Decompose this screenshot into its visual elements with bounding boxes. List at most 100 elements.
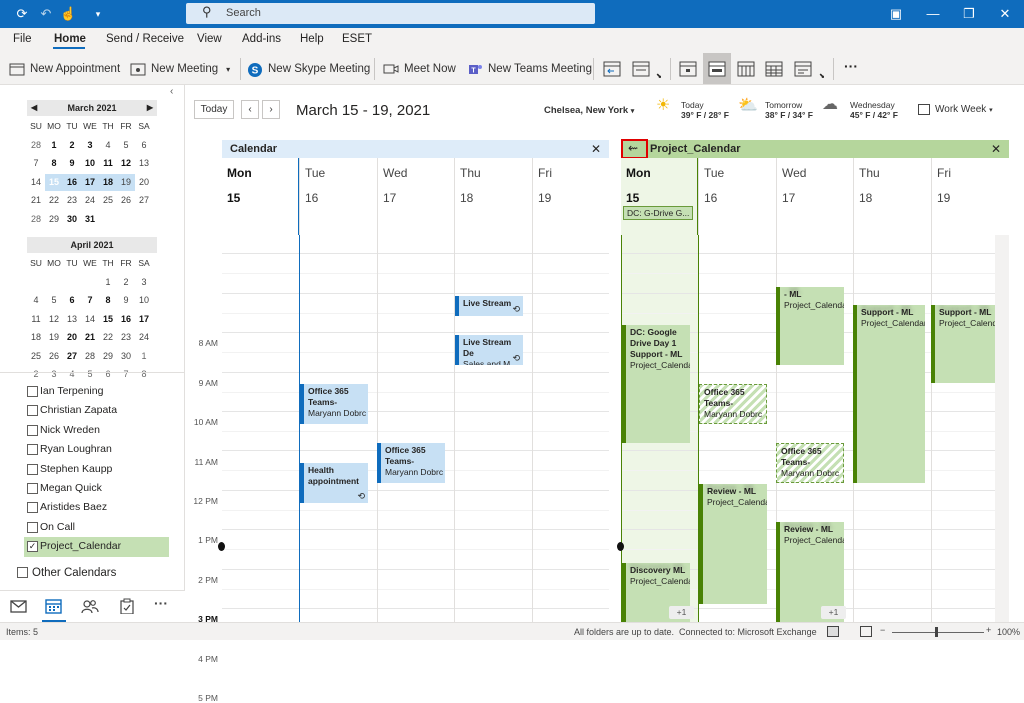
calendar-list-item[interactable]: ✓ Project_Calendar bbox=[24, 537, 169, 557]
mini-calendar-day[interactable]: 16 bbox=[117, 311, 135, 329]
mini-calendar-day[interactable]: 3 bbox=[135, 274, 153, 292]
normal-view-icon[interactable] bbox=[827, 626, 839, 637]
mini-calendar-day[interactable]: 19 bbox=[45, 329, 63, 347]
checkbox[interactable] bbox=[17, 567, 28, 579]
zoom-slider[interactable] bbox=[892, 632, 984, 633]
mini-calendar-day[interactable]: 21 bbox=[27, 192, 45, 210]
mini-calendar-day[interactable]: 10 bbox=[81, 155, 99, 173]
mini-calendar-day[interactable]: 5 bbox=[81, 366, 99, 384]
event-office365-teams-tentative[interactable]: Office 365 Teams- Maryann Dobrc bbox=[699, 384, 767, 424]
zoom-in-icon[interactable]: + bbox=[986, 625, 991, 635]
go-back-icon[interactable] bbox=[603, 60, 621, 78]
collapse-pane-icon[interactable]: ‹ bbox=[170, 86, 173, 97]
event-office365-teams[interactable]: Office 365 Teams- Maryann Dobrc bbox=[300, 384, 368, 424]
mini-calendar-day[interactable]: 17 bbox=[135, 311, 153, 329]
search-box[interactable]: ⚲ Search bbox=[186, 3, 595, 24]
prev-month-icon[interactable]: ◀ bbox=[31, 100, 37, 116]
chevron-down-icon[interactable]: ▾ bbox=[226, 65, 230, 74]
group-launcher-icon[interactable]: ⬊ bbox=[656, 72, 662, 80]
mini-calendar-day[interactable]: 15 bbox=[45, 173, 63, 191]
mini-calendar-day[interactable]: 16 bbox=[63, 173, 81, 191]
day-header[interactable]: Wed 17 bbox=[776, 158, 853, 235]
mini-calendar-day[interactable]: 15 bbox=[99, 311, 117, 329]
menu-help[interactable]: Help bbox=[300, 33, 324, 45]
mini-calendar-day[interactable]: 5 bbox=[45, 292, 63, 310]
go-forward-icon[interactable] bbox=[632, 60, 650, 78]
mini-calendar-day[interactable]: 7 bbox=[27, 155, 45, 173]
menu-eset[interactable]: ESET bbox=[342, 33, 372, 45]
ribbon-display-icon[interactable]: ▣ bbox=[888, 6, 904, 22]
mini-calendar-day[interactable]: 6 bbox=[63, 292, 81, 310]
mini-calendar-day[interactable]: 8 bbox=[135, 366, 153, 384]
event-office365-teams[interactable]: Office 365 Teams- Maryann Dobrc bbox=[377, 443, 445, 483]
more-events-button[interactable]: +1 bbox=[821, 606, 846, 619]
mini-calendar-day[interactable]: 20 bbox=[135, 174, 153, 192]
restore-button[interactable]: ❐ bbox=[961, 6, 977, 22]
new-appointment-button[interactable]: New Appointment bbox=[9, 59, 120, 79]
mini-calendar-day[interactable]: 21 bbox=[81, 329, 99, 347]
mini-calendar-day[interactable]: 23 bbox=[117, 329, 135, 347]
checkbox[interactable] bbox=[27, 405, 38, 417]
zoom-slider-thumb[interactable] bbox=[935, 627, 938, 637]
day-header[interactable]: Mon 15 bbox=[222, 158, 299, 235]
schedule-view-icon[interactable] bbox=[794, 60, 812, 78]
checkbox[interactable] bbox=[27, 502, 38, 514]
tasks-icon[interactable] bbox=[118, 598, 136, 614]
mini-calendar-day[interactable]: 18 bbox=[27, 329, 45, 347]
more-options-icon[interactable]: ··· bbox=[844, 58, 858, 74]
work-week-view-icon[interactable] bbox=[708, 60, 726, 78]
mini-calendar-day[interactable]: 18 bbox=[99, 173, 117, 191]
calendar-list-item[interactable]: Nick Wreden bbox=[24, 421, 169, 440]
mini-calendar-day[interactable]: 22 bbox=[99, 329, 117, 347]
mini-calendar-day[interactable]: 1 bbox=[99, 274, 117, 292]
event-dc-google-drive[interactable]: DC: Google Drive Day 1 Support - ML Proje… bbox=[622, 325, 690, 443]
customize-qat-icon[interactable]: ▾ bbox=[90, 6, 106, 22]
meet-now-button[interactable]: Meet Now bbox=[383, 59, 456, 79]
mini-calendar-day[interactable]: 28 bbox=[27, 137, 45, 155]
mini-calendar-day[interactable]: 28 bbox=[27, 211, 45, 229]
scrollbar[interactable] bbox=[995, 235, 1009, 622]
day-header[interactable]: Thu 18 bbox=[454, 158, 532, 235]
all-day-event[interactable]: DC: G-Drive G... bbox=[623, 206, 693, 220]
mini-calendar-day[interactable]: 8 bbox=[45, 155, 63, 173]
calendar-list-item[interactable]: On Call bbox=[24, 518, 169, 537]
calendar-list-item[interactable]: Aristides Baez bbox=[24, 498, 169, 517]
day-view-icon[interactable] bbox=[679, 60, 697, 78]
more-apps-icon[interactable]: ··· bbox=[154, 595, 168, 611]
menu-send-receive[interactable]: Send / Receive bbox=[106, 33, 184, 45]
mini-calendar-day[interactable]: 1 bbox=[135, 348, 153, 366]
mini-calendar-day[interactable]: 3 bbox=[81, 137, 99, 155]
mini-calendar-day[interactable]: 7 bbox=[81, 292, 99, 310]
new-teams-meeting-button[interactable]: T New Teams Meeting bbox=[467, 59, 592, 79]
mini-calendar-day[interactable]: 10 bbox=[135, 292, 153, 310]
mini-calendar-day[interactable]: 2 bbox=[27, 366, 45, 384]
minimize-button[interactable]: — bbox=[925, 6, 941, 22]
event-health-appointment[interactable]: Health appointment ⟲ bbox=[300, 463, 368, 503]
close-pane-icon[interactable]: ✕ bbox=[991, 140, 1001, 158]
touch-mode-icon[interactable]: ☝ bbox=[60, 6, 76, 22]
event-fri-support-ml[interactable]: Support - MLProject_Calendar bbox=[931, 305, 995, 383]
today-button[interactable]: Today bbox=[194, 100, 234, 119]
view-selector[interactable]: Work Week ▾ bbox=[918, 104, 993, 115]
mail-icon[interactable] bbox=[10, 598, 28, 614]
menu-view[interactable]: View bbox=[197, 33, 222, 45]
mini-calendar-day[interactable]: 14 bbox=[81, 311, 99, 329]
mini-calendar-day[interactable]: 25 bbox=[27, 348, 45, 366]
arrange-launcher-icon[interactable]: ⬊ bbox=[819, 72, 825, 80]
mini-calendar-day[interactable]: 17 bbox=[81, 173, 99, 191]
checkbox[interactable] bbox=[27, 521, 38, 533]
checkbox[interactable] bbox=[27, 386, 38, 397]
mini-calendar-day[interactable]: 6 bbox=[135, 137, 153, 155]
menu-file[interactable]: File bbox=[13, 33, 32, 45]
mini-calendar-day[interactable]: 29 bbox=[99, 348, 117, 366]
event-live-stream-demo[interactable]: Live Stream De Sales and M ⟲ bbox=[455, 335, 523, 365]
menu-add-ins[interactable]: Add-ins bbox=[242, 33, 281, 45]
mini-calendar-day[interactable]: 11 bbox=[99, 155, 117, 173]
day-header[interactable]: Fri 19 bbox=[931, 158, 1008, 235]
week-view-icon[interactable] bbox=[737, 60, 755, 78]
calendar-list-item[interactable]: Christian Zapata bbox=[24, 401, 169, 420]
mini-calendar-day[interactable]: 24 bbox=[81, 192, 99, 210]
event-live-stream[interactable]: Live Stream ⟲ bbox=[455, 296, 523, 316]
prev-week-button[interactable]: ‹ bbox=[241, 100, 259, 119]
mini-calendar-day[interactable]: 30 bbox=[117, 348, 135, 366]
